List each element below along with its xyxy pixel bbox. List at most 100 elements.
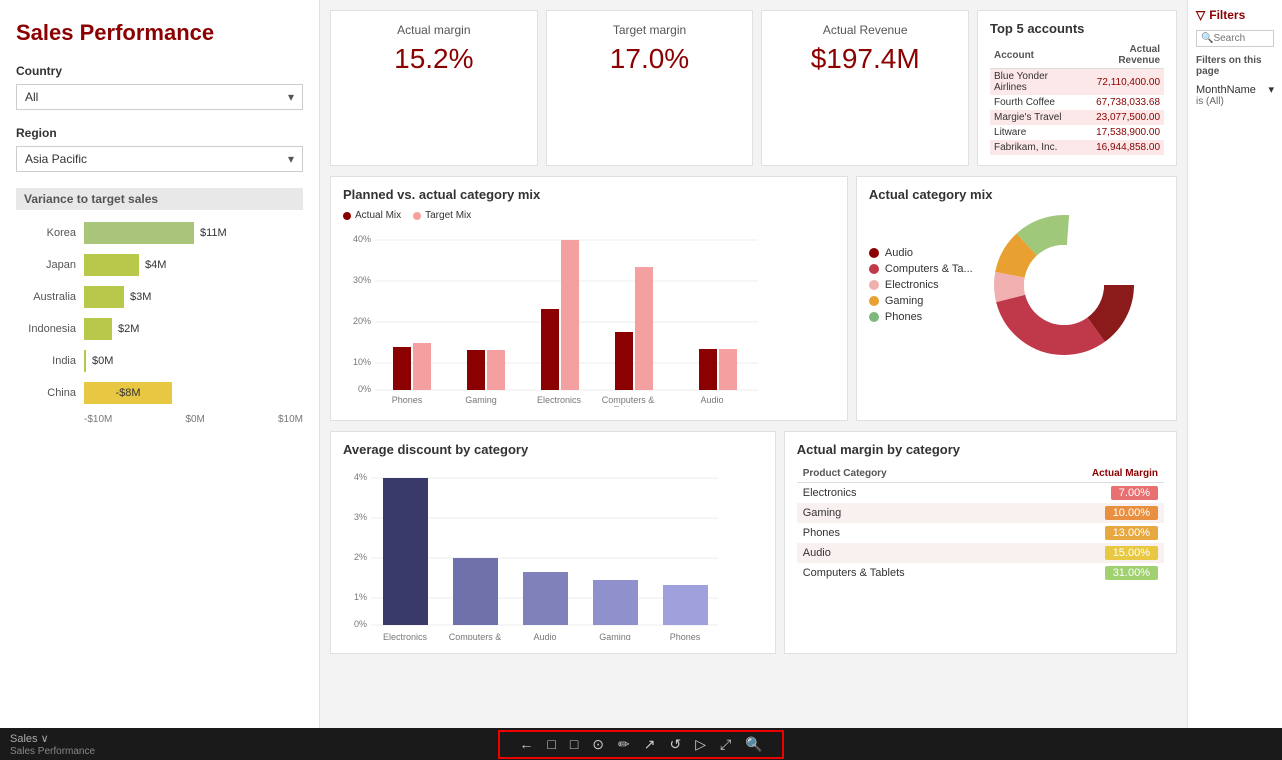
bar-label: Indonesia xyxy=(16,323,76,335)
back-icon[interactable]: ← xyxy=(516,734,536,754)
table-row: Margie's Travel23,077,500.00 xyxy=(990,110,1164,125)
chevron-down-icon: ▾ xyxy=(288,90,294,104)
refresh-icon[interactable]: ↺ xyxy=(667,734,685,755)
search-input[interactable] xyxy=(1213,33,1269,44)
country-select[interactable]: All ▾ xyxy=(16,84,303,110)
margin-table: Product Category Actual Margin Electroni… xyxy=(797,465,1164,583)
pencil-icon[interactable]: ✏ xyxy=(615,734,633,755)
revenue-cell: 72,110,400.00 xyxy=(1082,69,1164,96)
bar-row-japan: Japan $4M xyxy=(16,254,303,276)
bar-positive xyxy=(84,254,139,276)
svg-text:Computers &: Computers & xyxy=(449,632,502,640)
svg-text:Gaming: Gaming xyxy=(599,632,631,640)
avg-discount-chart: Average discount by category 4% 3% 2% 1%… xyxy=(330,431,776,654)
bar-positive xyxy=(84,318,112,340)
category-cell: Computers & Tablets xyxy=(797,563,1015,583)
copy-icon[interactable]: □ xyxy=(544,734,558,754)
svg-text:Audio: Audio xyxy=(700,395,723,405)
actual-category-title: Actual category mix xyxy=(869,187,1164,202)
svg-text:1%: 1% xyxy=(354,592,367,602)
donut-container: Audio Computers & Ta... Electronics xyxy=(869,210,1164,360)
share-icon[interactable]: ↗ xyxy=(641,734,659,755)
col-revenue: Actual Revenue xyxy=(1082,42,1164,69)
legend-dot xyxy=(869,296,879,306)
legend-dot xyxy=(869,312,879,322)
kpi-value: 15.2% xyxy=(394,43,473,75)
margin-cell: 31.00% xyxy=(1015,563,1164,583)
list-item: Gaming10.00% xyxy=(797,503,1164,523)
svg-text:3%: 3% xyxy=(354,512,367,522)
avg-discount-title: Average discount by category xyxy=(343,442,763,457)
top5-card: Top 5 accounts Account Actual Revenue Bl… xyxy=(977,10,1177,166)
variance-title: Variance to target sales xyxy=(16,188,303,210)
region-select[interactable]: Asia Pacific ▾ xyxy=(16,146,303,172)
table-row: Blue Yonder Airlines72,110,400.00 xyxy=(990,69,1164,96)
bar-container: $2M xyxy=(84,318,303,340)
account-cell: Blue Yonder Airlines xyxy=(990,69,1082,96)
margin-title: Actual margin by category xyxy=(797,442,1164,457)
filter-item-monthname: MonthName ▾ is (All) xyxy=(1196,83,1274,107)
account-cell: Fabrikam, Inc. xyxy=(990,140,1082,155)
margin-cell: 10.00% xyxy=(1015,503,1164,523)
kpi-label: Target margin xyxy=(613,23,686,37)
kpi-target-margin: Target margin 17.0% xyxy=(546,10,754,166)
planned-chart: Planned vs. actual category mix Actual M… xyxy=(330,176,848,421)
region-label: Region xyxy=(16,126,303,140)
kpi-row: Actual margin 15.2% Target margin 17.0% … xyxy=(330,10,1177,166)
chevron-down-icon: ▾ xyxy=(1268,83,1274,96)
expand-icon[interactable]: ⤢ xyxy=(717,734,734,755)
bar-label: Japan xyxy=(16,259,76,271)
settings-icon[interactable]: ⊙ xyxy=(589,734,607,755)
table-row: Fourth Coffee67,738,033.68 xyxy=(990,95,1164,110)
page-icon[interactable]: □ xyxy=(567,734,581,754)
bar-container: $4M xyxy=(84,254,303,276)
donut-legend: Audio Computers & Ta... Electronics xyxy=(869,247,973,323)
bar-row-india: India $0M xyxy=(16,350,303,372)
legend-dot-actual xyxy=(343,212,351,220)
bar-positive xyxy=(84,222,194,244)
chevron-down-icon2: ▾ xyxy=(288,152,294,166)
margin-cell: 7.00% xyxy=(1015,483,1164,504)
svg-text:30%: 30% xyxy=(353,275,371,285)
bar-positive xyxy=(84,286,124,308)
bar-label: Australia xyxy=(16,291,76,303)
main-content: Actual margin 15.2% Target margin 17.0% … xyxy=(320,0,1187,728)
play-icon[interactable]: ▷ xyxy=(692,734,709,755)
legend-dot xyxy=(869,248,879,258)
filter-search-box[interactable]: 🔍 xyxy=(1196,30,1274,47)
margin-cell: 13.00% xyxy=(1015,523,1164,543)
svg-text:Electronics: Electronics xyxy=(383,632,428,640)
bar-container: $11M xyxy=(84,222,303,244)
kpi-actual-revenue: Actual Revenue $197.4M xyxy=(761,10,969,166)
search-icon: 🔍 xyxy=(1201,33,1213,44)
page-title: Sales Performance xyxy=(16,20,303,46)
revenue-cell: 16,944,858.00 xyxy=(1082,140,1164,155)
bar-label: India xyxy=(16,355,76,367)
bar-row-indonesia: Indonesia $2M xyxy=(16,318,303,340)
axis-labels: -$10M $0M $10M xyxy=(16,414,303,425)
svg-text:0%: 0% xyxy=(358,384,371,394)
zoom-icon[interactable]: 🔍 xyxy=(742,734,765,755)
bar-value: $2M xyxy=(118,323,139,335)
planned-chart-svg: 40% 30% 20% 10% 0% xyxy=(343,227,763,407)
sub-page-name: Sales Performance xyxy=(10,746,95,757)
bar-row-china: China -$8M xyxy=(16,382,303,404)
filter-field-value: is (All) xyxy=(1196,96,1274,107)
chart-legend: Actual Mix Target Mix xyxy=(343,210,835,221)
planned-chart-title: Planned vs. actual category mix xyxy=(343,187,835,202)
legend-label: Gaming xyxy=(885,295,924,307)
list-item: Computers & Tablets31.00% xyxy=(797,563,1164,583)
svg-text:Computers &: Computers & xyxy=(602,395,655,405)
svg-text:0%: 0% xyxy=(354,619,367,629)
filter-panel: ▽ Filters 🔍 Filters on this page MonthNa… xyxy=(1187,0,1282,728)
sidebar: Sales Performance Country All ▾ Region A… xyxy=(0,0,320,728)
legend-dot-target xyxy=(413,212,421,220)
margin-chart: Actual margin by category Product Catego… xyxy=(784,431,1177,654)
account-cell: Margie's Travel xyxy=(990,110,1082,125)
country-value: All xyxy=(25,90,38,104)
margin-cell: 15.00% xyxy=(1015,543,1164,563)
avg-discount-svg: 4% 3% 2% 1% 0% xyxy=(343,465,723,640)
bar-positive xyxy=(84,350,86,372)
list-item: Audio15.00% xyxy=(797,543,1164,563)
svg-text:Electronics: Electronics xyxy=(537,395,582,405)
